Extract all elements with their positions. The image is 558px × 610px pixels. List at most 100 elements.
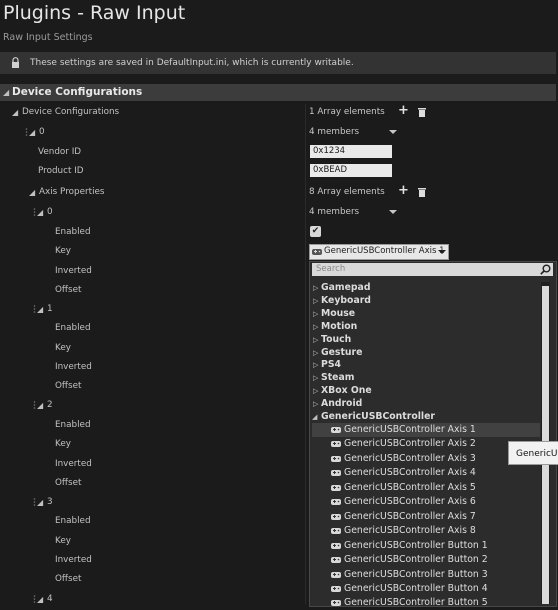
expand-arrow-icon[interactable]: ▷ — [313, 310, 318, 318]
category-item[interactable]: PS4 — [321, 359, 341, 370]
category-item[interactable]: Android — [321, 398, 362, 409]
trash-icon[interactable] — [418, 108, 426, 117]
expand-arrow-icon[interactable]: ▷ — [313, 297, 318, 305]
expand-triangle-icon[interactable]: ◢ — [37, 595, 43, 604]
axis-index-label: 0 — [47, 207, 53, 217]
expand-arrow-icon[interactable]: ▷ — [313, 387, 318, 395]
plus-icon[interactable]: + — [398, 183, 409, 198]
expand-triangle-icon[interactable]: ◢ — [12, 108, 18, 117]
element-index-label: 0 — [39, 127, 45, 137]
key-option[interactable]: GenericUSBController Axis 2 — [344, 438, 476, 449]
key-option[interactable]: GenericUSBController Button 2 — [344, 554, 488, 565]
search-icon[interactable] — [540, 264, 551, 275]
key-option[interactable]: GenericUSBController Button 3 — [344, 569, 488, 580]
key-option[interactable]: GenericUSBController Axis 8 — [344, 525, 476, 536]
key-option[interactable]: GenericUSBController Axis 6 — [344, 496, 476, 507]
gamepad-icon — [331, 499, 341, 506]
key-dropdown-value: GenericUSBController Axis 1 — [324, 246, 445, 256]
expand-arrow-icon[interactable]: ▷ — [313, 323, 318, 331]
category-item[interactable]: Keyboard — [321, 295, 371, 306]
chevron-down-icon[interactable] — [438, 250, 446, 254]
category-item[interactable]: Touch — [321, 334, 351, 345]
gamepad-icon — [331, 600, 341, 607]
category-item[interactable]: Motion — [321, 321, 357, 332]
drag-handle-icon[interactable] — [33, 595, 36, 603]
search-input[interactable] — [312, 263, 553, 276]
vendor-id-label: Vendor ID — [38, 147, 82, 157]
window-title: Plugins - Raw Input — [3, 2, 186, 24]
category-item[interactable]: Gesture — [321, 347, 362, 358]
inverted-label: Inverted — [55, 266, 92, 276]
expand-triangle-icon[interactable]: ◢ — [37, 498, 43, 507]
lock-icon[interactable] — [11, 57, 20, 69]
axis-index-label: 1 — [47, 304, 53, 314]
enabled-label: Enabled — [55, 420, 91, 430]
key-option[interactable]: GenericUSBController Button 4 — [344, 583, 488, 594]
axis-properties-label: Axis Properties — [39, 187, 105, 197]
expand-triangle-icon[interactable]: ◢ — [29, 188, 35, 197]
axis-array-count: 8 Array elements — [309, 187, 385, 197]
expand-arrow-icon[interactable]: ▷ — [313, 361, 318, 369]
key-option[interactable]: GenericUSBController Axis 5 — [344, 482, 476, 493]
collapse-triangle-icon[interactable]: ◢ — [312, 413, 317, 421]
gamepad-icon — [331, 528, 341, 535]
expand-arrow-icon[interactable]: ▷ — [313, 400, 318, 408]
expand-arrow-icon[interactable]: ▷ — [313, 284, 318, 292]
expand-triangle-icon[interactable]: ◢ — [29, 128, 35, 137]
offset-label: Offset — [55, 478, 82, 488]
drag-handle-icon[interactable] — [33, 498, 36, 506]
gamepad-icon — [331, 585, 341, 592]
key-option[interactable]: GenericUSBController Button 5 — [344, 597, 488, 608]
category-item-expanded[interactable]: GenericUSBController — [321, 411, 435, 422]
category-item[interactable]: Mouse — [321, 308, 355, 319]
gamepad-icon — [331, 542, 341, 549]
key-option[interactable]: GenericUSBController Axis 4 — [344, 467, 476, 478]
key-option[interactable]: GenericUSBController Axis 3 — [344, 453, 476, 464]
drag-handle-icon[interactable] — [33, 401, 36, 409]
key-option[interactable]: GenericUSBController Button 1 — [344, 540, 488, 551]
device-configurations-label: Device Configurations — [22, 107, 120, 117]
expand-triangle-icon[interactable]: ◢ — [37, 305, 43, 314]
gamepad-icon — [331, 441, 341, 448]
gamepad-icon — [312, 249, 322, 255]
array-count: 1 Array elements — [309, 107, 385, 117]
category-item[interactable]: XBox One — [321, 385, 372, 396]
expand-triangle-icon[interactable]: ◢ — [37, 208, 43, 217]
offset-label: Offset — [55, 285, 82, 295]
expand-arrow-icon[interactable]: ▷ — [313, 336, 318, 344]
category-item[interactable]: Steam — [321, 372, 354, 383]
key-label: Key — [55, 246, 71, 256]
vendor-id-field[interactable]: 0x1234 — [310, 145, 392, 158]
search-placeholder: Search — [316, 264, 346, 274]
key-option[interactable]: GenericUSBController Axis 7 — [344, 511, 476, 522]
collapse-triangle-icon[interactable]: ◢ — [3, 88, 9, 97]
tooltip: GenericUSBController Axis 1 — [508, 441, 558, 465]
enabled-checkbox[interactable]: ✔ — [310, 226, 321, 237]
column-divider[interactable] — [305, 104, 306, 604]
trash-icon[interactable] — [418, 188, 426, 197]
drag-handle-icon[interactable] — [33, 208, 36, 216]
axis-members[interactable]: 4 members — [309, 207, 359, 217]
drag-handle-icon[interactable] — [33, 305, 36, 313]
enabled-label: Enabled — [55, 227, 91, 237]
axis-index-label: 3 — [47, 497, 53, 507]
key-option[interactable]: GenericUSBController Axis 1 — [344, 424, 476, 435]
window-subtitle: Raw Input Settings — [3, 32, 93, 43]
chevron-down-icon[interactable] — [389, 130, 397, 134]
axis-index-label: 2 — [47, 400, 53, 410]
inverted-label: Inverted — [55, 459, 92, 469]
axis-index-label: 4 — [47, 594, 53, 604]
gamepad-icon — [331, 470, 341, 477]
expand-arrow-icon[interactable]: ▷ — [313, 349, 318, 357]
element-members[interactable]: 4 members — [309, 127, 359, 137]
notice-text: These settings are saved in DefaultInput… — [30, 58, 354, 68]
category-item[interactable]: Gamepad — [321, 282, 370, 293]
expand-triangle-icon[interactable]: ◢ — [37, 401, 43, 410]
product-id-field[interactable]: 0xBEAD — [310, 164, 392, 177]
chevron-down-icon[interactable] — [389, 210, 397, 214]
product-id-label: Product ID — [38, 166, 84, 176]
plus-icon[interactable]: + — [398, 103, 409, 118]
expand-arrow-icon[interactable]: ▷ — [313, 374, 318, 382]
drag-handle-icon[interactable] — [25, 128, 28, 136]
key-dropdown[interactable]: GenericUSBController Axis 1 — [309, 244, 449, 260]
